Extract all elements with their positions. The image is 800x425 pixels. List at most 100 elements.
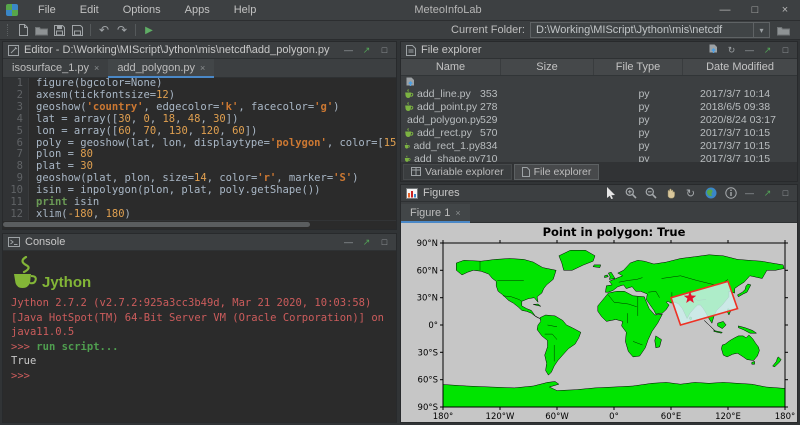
svg-text:60°E: 60°E (661, 412, 681, 422)
python-file-icon (404, 155, 411, 162)
identify-button[interactable] (723, 186, 738, 200)
minimize-button[interactable]: — (710, 0, 740, 20)
select-cursor-button[interactable] (603, 186, 618, 200)
tab-figure-1[interactable]: Figure 1 × (401, 204, 470, 223)
maximize-button[interactable]: □ (740, 0, 770, 20)
file-row[interactable]: add_line.py 353 py 2017/3/7 10:14 (401, 87, 797, 100)
current-folder-value[interactable]: D:\Working\MIScript\Jython\mis\netcdf (531, 24, 753, 36)
cursor-icon (606, 187, 615, 199)
tab-isosurface-1[interactable]: isosurface_1.py × (3, 59, 108, 77)
file-modified: 2017/3/7 10:15 (700, 139, 771, 152)
console-panel: Console — ↗ □ Jython Jython 2.7.2 (v2.7.… (2, 233, 397, 423)
console-line: >>> run script... (11, 340, 119, 353)
panel-minimize-icon[interactable]: — (342, 235, 355, 249)
tab-label: isosurface_1.py (12, 62, 90, 74)
new-folder-icon[interactable] (707, 43, 720, 58)
panel-popout-icon[interactable]: ↗ (360, 43, 373, 57)
open-folder-button[interactable] (32, 23, 50, 38)
save-button[interactable] (50, 23, 68, 38)
file-row[interactable]: add_polygon.py 529 py 2020/8/24 03:17 (401, 113, 797, 126)
chevron-down-icon[interactable]: ▾ (753, 23, 769, 37)
file-size: 570 (480, 126, 498, 139)
column-header-name[interactable]: Name (401, 59, 501, 75)
tab-variable-explorer[interactable]: Variable explorer (403, 163, 512, 180)
tab-label: Variable explorer (425, 165, 504, 178)
file-name: add_rect_1.py (401, 140, 480, 152)
python-file-icon (405, 127, 414, 137)
editor-hscrollbar[interactable] (3, 220, 396, 229)
file-row[interactable]: add_point.py 278 py 2018/6/5 09:38 (401, 100, 797, 113)
zoom-in-button[interactable] (623, 186, 638, 200)
menu-options[interactable]: Options (111, 4, 173, 16)
new-file-button[interactable] (14, 23, 32, 38)
line-number: 5 (3, 125, 29, 138)
column-header-size[interactable]: Size (501, 59, 594, 75)
console-header: Console — ↗ □ (3, 234, 396, 251)
figure-canvas[interactable]: 180° 120°W 60°W 0° 60°E 120°E 180° 90°N 60°N 30°N… (401, 223, 797, 422)
tab-add-polygon[interactable]: add_polygon.py × (108, 59, 215, 78)
column-header-modified[interactable]: Date Modified (683, 59, 797, 75)
refresh-icon[interactable]: ↻ (725, 43, 738, 57)
panel-maximize-icon[interactable]: □ (779, 186, 792, 200)
file-name: add_polygon.py (407, 113, 480, 126)
menu-edit[interactable]: Edit (68, 4, 111, 16)
panel-maximize-icon[interactable]: □ (779, 43, 792, 57)
zoom-out-button[interactable] (643, 186, 658, 200)
panel-maximize-icon[interactable]: □ (378, 235, 391, 249)
full-extent-button[interactable] (703, 186, 718, 200)
save-as-button[interactable] (68, 23, 86, 38)
panel-minimize-icon[interactable]: — (743, 43, 756, 57)
file-row[interactable]: add_rect_1.py 834 py 2017/3/7 10:15 (401, 139, 797, 152)
rotate-button[interactable]: ↻ (683, 186, 698, 200)
column-header-filetype[interactable]: File Type (594, 59, 683, 75)
panel-popout-icon[interactable]: ↗ (761, 43, 774, 57)
code-area[interactable]: 1 figure(bgcolor=None) 2 axesm(tickfontsize… (3, 78, 396, 220)
run-script-button[interactable]: ▶ (140, 23, 158, 38)
tab-close-icon[interactable]: × (200, 63, 205, 73)
tab-close-icon[interactable]: × (94, 63, 99, 73)
code-line[interactable]: 12 xlim(-180, 180) (3, 208, 396, 220)
svg-text:90°N: 90°N (417, 239, 438, 249)
tab-close-icon[interactable]: × (455, 208, 460, 218)
editor-tabbar: isosurface_1.py × add_polygon.py × (3, 59, 396, 78)
figures-header: Figures ↻ — ↗ □ (401, 185, 797, 202)
svg-text:30°N: 30°N (417, 294, 438, 304)
panel-popout-icon[interactable]: ↗ (761, 186, 774, 200)
file-row[interactable]: add_shape.py 710 py 2017/3/7 10:15 (401, 152, 797, 162)
undo-button[interactable]: ↶ (95, 23, 113, 38)
file-up-icon (709, 44, 717, 53)
toolbar-separator (135, 24, 136, 36)
python-file-icon (404, 142, 410, 149)
browse-folder-button[interactable] (773, 23, 793, 38)
redo-button[interactable]: ↷ (113, 23, 131, 38)
svg-text:0°: 0° (609, 412, 619, 422)
file-row[interactable]: add_rect.py 570 py 2017/3/7 10:15 (401, 126, 797, 139)
scrollbar-thumb[interactable] (3, 222, 310, 227)
menu-help[interactable]: Help (222, 4, 269, 16)
menu-file[interactable]: File (26, 4, 68, 16)
edit-icon (8, 44, 19, 56)
file-type: py (638, 139, 650, 152)
panel-maximize-icon[interactable]: □ (378, 43, 391, 57)
python-file-icon (405, 101, 414, 111)
file-type: py (638, 87, 650, 100)
close-button[interactable]: × (770, 0, 800, 20)
tab-label: File explorer (533, 165, 592, 178)
menu-apps[interactable]: Apps (173, 4, 222, 16)
tab-label: Figure 1 (410, 207, 451, 219)
toolbar-grip (7, 24, 11, 36)
tab-file-explorer[interactable]: File explorer (513, 163, 600, 180)
new-file-icon (18, 24, 28, 36)
pan-button[interactable] (663, 186, 678, 200)
python-file-icon (405, 88, 414, 98)
console-body[interactable]: Jython Jython 2.7.2 (v2.7.2:925a3cc3b49d… (3, 251, 396, 422)
panel-minimize-icon[interactable]: — (743, 186, 756, 200)
panel-popout-icon[interactable]: ↗ (360, 235, 373, 249)
file-icon (406, 44, 416, 56)
parent-directory-row[interactable] (401, 76, 797, 87)
panel-minimize-icon[interactable]: — (342, 43, 355, 57)
svg-text:30°S: 30°S (418, 348, 438, 358)
app-logo-icon (6, 4, 18, 16)
current-folder-combobox[interactable]: D:\Working\MIScript\Jython\mis\netcdf ▾ (530, 22, 770, 38)
file-explorer-header: File explorer ↻ — ↗ □ (401, 42, 797, 59)
